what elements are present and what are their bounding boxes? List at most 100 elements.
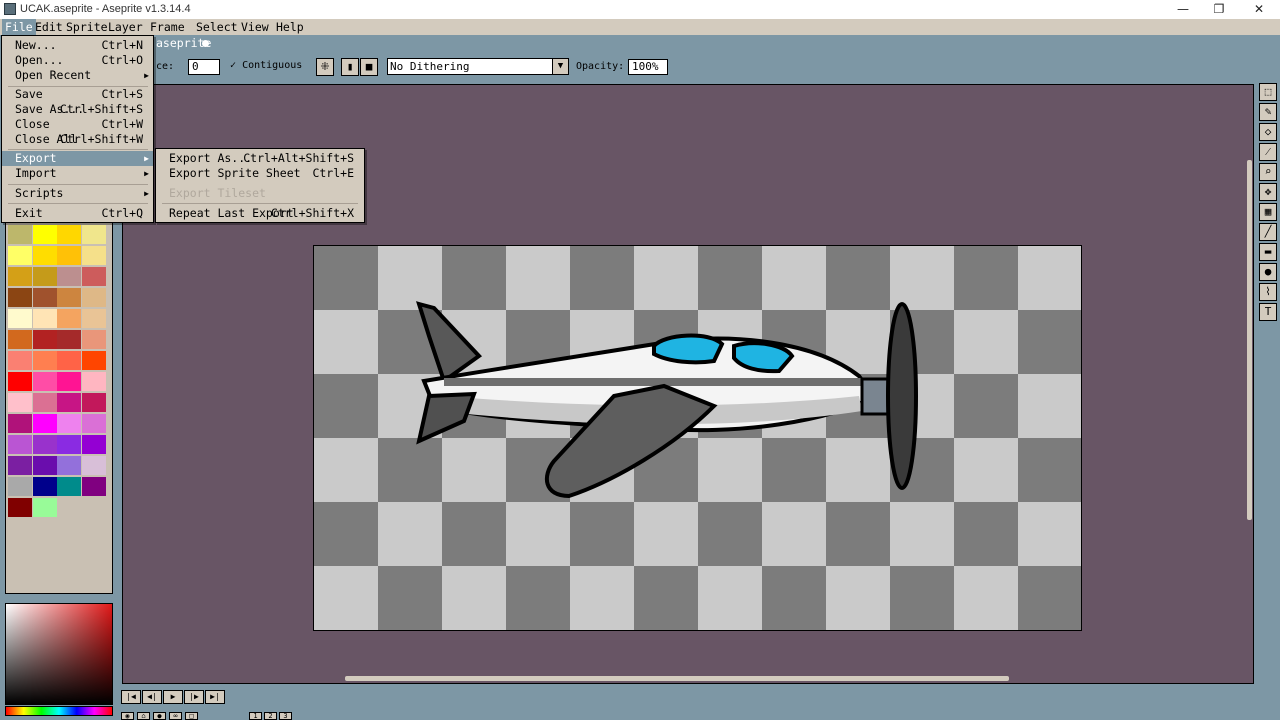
palette-swatch[interactable] <box>32 372 57 391</box>
menu-select[interactable]: Select <box>193 19 241 35</box>
palette-swatch[interactable] <box>8 435 32 454</box>
palette-swatch[interactable] <box>8 288 32 307</box>
menu-export[interactable]: Export ▶ <box>2 151 153 166</box>
gradient-icon[interactable]: ■ <box>360 58 378 76</box>
palette-swatch[interactable] <box>8 477 32 496</box>
layer-icon[interactable]: □ <box>185 712 198 720</box>
rectangle-tool-icon[interactable]: ▬ <box>1259 243 1277 261</box>
palette-swatch[interactable] <box>81 246 106 265</box>
opacity-input[interactable]: 100% <box>628 59 668 75</box>
frame-3[interactable]: 3 <box>279 712 292 720</box>
maximize-button[interactable]: ❐ <box>1199 0 1239 19</box>
palette-swatch[interactable] <box>32 351 57 370</box>
minimize-button[interactable]: — <box>1163 0 1203 19</box>
menu-scripts[interactable]: Scripts ▶ <box>2 186 153 201</box>
palette-swatch[interactable] <box>8 372 32 391</box>
palette-swatch[interactable] <box>81 351 106 370</box>
palette-swatch[interactable] <box>57 477 81 496</box>
palette-swatch[interactable] <box>57 414 81 433</box>
tolerance-input[interactable]: 0 <box>188 59 220 75</box>
link-icon[interactable]: ∞ <box>169 712 182 720</box>
palette-swatch[interactable] <box>57 351 81 370</box>
palette-swatch[interactable] <box>32 267 57 286</box>
play-icon[interactable]: ▶ <box>163 690 183 704</box>
palette-swatch[interactable] <box>8 351 32 370</box>
menu-exit[interactable]: Exit Ctrl+Q <box>2 206 153 221</box>
horizontal-scrollbar[interactable] <box>345 676 1009 681</box>
palette-swatch[interactable] <box>57 288 81 307</box>
menu-edit[interactable]: Edit <box>32 19 66 35</box>
dithering-select[interactable]: No Dithering ▼ <box>387 58 569 75</box>
menu-close-all[interactable]: Close All Ctrl+Shift+W <box>2 132 153 147</box>
palette-swatch[interactable] <box>32 456 57 475</box>
palette-swatch[interactable] <box>81 456 106 475</box>
tab-ucak[interactable]: aseprite <box>152 36 216 51</box>
palette-swatch[interactable] <box>32 477 57 496</box>
zoom-tool-icon[interactable]: ⌕ <box>1259 163 1277 181</box>
menu-help[interactable]: Help <box>273 19 307 35</box>
color-spectrum[interactable] <box>5 603 113 705</box>
palette-swatch[interactable] <box>57 267 81 286</box>
menu-frame[interactable]: Frame <box>147 19 188 35</box>
pattern-icon[interactable]: ▮ <box>341 58 359 76</box>
palette-swatch[interactable] <box>81 435 106 454</box>
palette-swatch[interactable] <box>32 393 57 412</box>
first-frame-icon[interactable]: |◀ <box>121 690 141 704</box>
palette-swatch[interactable] <box>57 246 81 265</box>
palette-swatch[interactable] <box>8 498 32 517</box>
palette-swatch[interactable] <box>32 414 57 433</box>
palette-swatch[interactable] <box>81 288 106 307</box>
blur-tool-icon[interactable]: ⌇ <box>1259 283 1277 301</box>
menu-repeat-last-export[interactable]: Repeat Last Export Ctrl+Shift+X <box>156 206 364 221</box>
palette-swatch[interactable] <box>8 393 32 412</box>
menu-close[interactable]: Close Ctrl+W <box>2 117 153 132</box>
palette-swatch[interactable] <box>8 330 32 349</box>
fill-tool-icon[interactable]: ▦ <box>1259 203 1277 221</box>
palette-swatch[interactable] <box>8 246 32 265</box>
last-frame-icon[interactable]: ▶| <box>205 690 225 704</box>
palette-swatch[interactable] <box>32 498 57 517</box>
palette-swatch[interactable] <box>32 435 57 454</box>
menu-import[interactable]: Import ▶ <box>2 166 153 181</box>
palette-swatch[interactable] <box>81 477 106 496</box>
eyedropper-tool-icon[interactable]: ⁄ <box>1259 143 1277 161</box>
menu-new[interactable]: New... Ctrl+N <box>2 38 153 53</box>
palette-swatch[interactable] <box>81 225 106 244</box>
palette-swatch[interactable] <box>32 288 57 307</box>
frame-1[interactable]: 1 <box>249 712 262 720</box>
palette-swatch[interactable] <box>81 393 106 412</box>
palette-swatch[interactable] <box>8 225 32 244</box>
palette-swatch[interactable] <box>81 309 106 328</box>
palette-swatch[interactable] <box>81 414 106 433</box>
next-frame-icon[interactable]: |▶ <box>184 690 204 704</box>
eye-icon[interactable]: ◉ <box>121 712 134 720</box>
frame-2[interactable]: 2 <box>264 712 277 720</box>
palette-swatch[interactable] <box>57 330 81 349</box>
palette-swatch[interactable] <box>81 267 106 286</box>
vertical-scrollbar[interactable] <box>1247 160 1252 520</box>
palette-swatch[interactable] <box>57 435 81 454</box>
menu-save[interactable]: Save Ctrl+S <box>2 87 153 102</box>
menu-save-as[interactable]: Save As... Ctrl+Shift+S <box>2 102 153 117</box>
palette-swatch[interactable] <box>8 414 32 433</box>
palette-swatch[interactable] <box>8 309 32 328</box>
palette-swatch[interactable] <box>81 372 106 391</box>
palette-swatch[interactable] <box>57 372 81 391</box>
close-window-button[interactable]: ✕ <box>1239 0 1279 19</box>
menu-layer[interactable]: Layer <box>105 19 146 35</box>
contiguous-checkbox[interactable]: ✓ Contiguous <box>230 60 302 71</box>
onion-skin-icon[interactable]: ● <box>153 712 166 720</box>
palette-swatch[interactable] <box>32 330 57 349</box>
menu-export-as[interactable]: Export As... Ctrl+Alt+Shift+S <box>156 151 364 166</box>
palette-swatch[interactable] <box>8 456 32 475</box>
menu-open-recent[interactable]: Open Recent ▶ <box>2 68 153 83</box>
hue-slider[interactable] <box>5 706 113 716</box>
palette-swatch[interactable] <box>32 246 57 265</box>
line-tool-icon[interactable]: ╱ <box>1259 223 1277 241</box>
previous-frame-icon[interactable]: ◀| <box>142 690 162 704</box>
menu-file[interactable]: File <box>2 19 36 35</box>
lock-icon[interactable]: ⌂ <box>137 712 150 720</box>
fill-mode-icon[interactable]: ⁜ <box>316 58 334 76</box>
palette-swatch[interactable] <box>57 309 81 328</box>
move-tool-icon[interactable]: ✥ <box>1259 183 1277 201</box>
